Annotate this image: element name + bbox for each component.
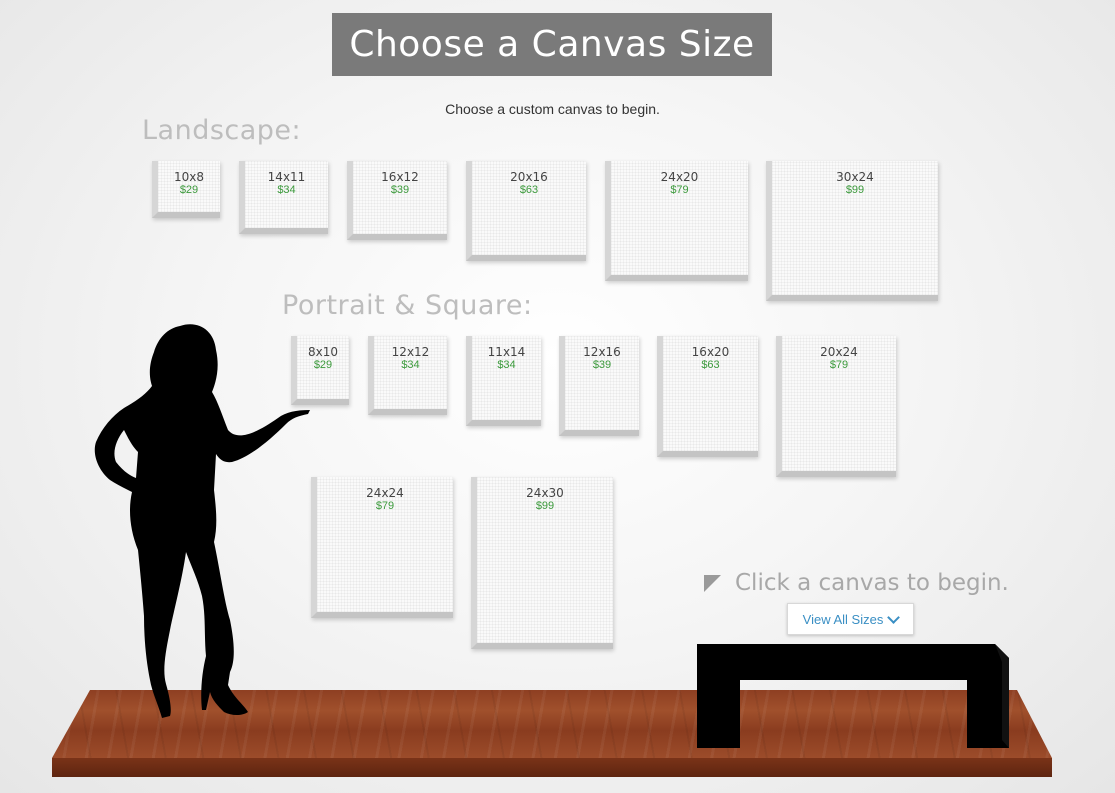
canvas-price: $29 xyxy=(179,184,199,196)
view-all-sizes-button[interactable]: View All Sizes xyxy=(787,603,914,635)
click-hint-text: Click a canvas to begin. xyxy=(735,570,1009,596)
landscape-section-label: Landscape: xyxy=(142,115,302,146)
page-title-text: Choose a Canvas Size xyxy=(349,24,755,65)
canvas-price: $79 xyxy=(670,184,689,196)
chevron-down-icon xyxy=(887,610,901,624)
canvas-landscape-30x24[interactable]: 30x24 $99 xyxy=(766,161,938,301)
canvas-price: $79 xyxy=(375,500,395,512)
click-hint: Click a canvas to begin. xyxy=(704,570,1009,596)
canvas-size-label: 10x8 xyxy=(173,170,204,184)
canvas-price: $63 xyxy=(519,184,539,196)
canvas-landscape-20x16[interactable]: 20x16 $63 xyxy=(466,161,586,261)
canvas-price: $99 xyxy=(845,184,865,196)
canvas-price: $39 xyxy=(390,184,410,196)
canvas-size-label: 16x20 xyxy=(691,345,730,359)
canvas-portrait-12x16[interactable]: 12x16 $39 xyxy=(559,336,639,436)
canvas-portrait-20x24[interactable]: 20x24 $79 xyxy=(776,336,896,477)
canvas-price: $34 xyxy=(401,359,420,371)
canvas-price: $79 xyxy=(829,359,849,371)
canvas-landscape-24x20[interactable]: 24x20 $79 xyxy=(605,161,748,281)
canvas-size-label: 30x24 xyxy=(836,170,874,184)
bench-silhouette xyxy=(697,644,1009,748)
canvas-price: $34 xyxy=(277,184,296,196)
canvas-size-label: 12x16 xyxy=(583,345,621,359)
canvas-price: $63 xyxy=(701,359,720,371)
canvas-price: $34 xyxy=(497,359,516,371)
canvas-square-24x24[interactable]: 24x24 $79 xyxy=(311,477,453,618)
canvas-size-label: 24x24 xyxy=(366,486,404,500)
canvas-size-label: 24x30 xyxy=(526,486,564,500)
woman-silhouette xyxy=(94,324,311,718)
canvas-size-label: 24x20 xyxy=(660,170,699,184)
canvas-size-label: 20x24 xyxy=(820,345,858,359)
canvas-portrait-16x20[interactable]: 16x20 $63 xyxy=(657,336,758,457)
canvas-landscape-14x11[interactable]: 14x11 $34 xyxy=(239,161,328,234)
canvas-size-label: 11x14 xyxy=(487,345,526,359)
wood-floor-edge xyxy=(52,758,1052,777)
canvas-size-label: 14x11 xyxy=(267,170,306,184)
view-all-sizes-label: View All Sizes xyxy=(802,611,884,627)
pointer-arrow-icon xyxy=(704,574,721,592)
page-title: Choose a Canvas Size xyxy=(332,13,772,76)
portrait-section-label: Portrait & Square: xyxy=(282,290,533,321)
canvas-size-label: 16x12 xyxy=(381,170,419,184)
canvas-landscape-16x12[interactable]: 16x12 $39 xyxy=(347,161,447,240)
canvas-price: $39 xyxy=(592,359,612,371)
canvas-square-12x12[interactable]: 12x12 $34 xyxy=(368,336,447,415)
canvas-price: $99 xyxy=(535,500,555,512)
canvas-size-label: 12x12 xyxy=(391,345,430,359)
canvas-size-label: 20x16 xyxy=(510,170,548,184)
canvas-portrait-11x14[interactable]: 11x14 $34 xyxy=(466,336,541,426)
canvas-portrait-24x30[interactable]: 24x30 $99 xyxy=(471,477,613,649)
canvas-landscape-10x8[interactable]: 10x8 $29 xyxy=(152,161,220,218)
